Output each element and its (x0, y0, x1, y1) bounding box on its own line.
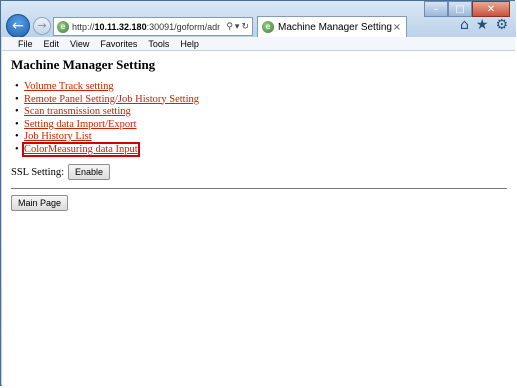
star-icon[interactable]: ★ (476, 17, 489, 33)
home-icon[interactable]: ⌂ (460, 17, 469, 33)
address-bar[interactable]: e http://10.11.32.180:30091/goform/admin… (53, 17, 253, 36)
tab-title: Machine Manager Setting (278, 21, 392, 33)
list-item: Scan transmission setting (15, 106, 199, 119)
maximize-button[interactable]: □ (448, 1, 472, 17)
scan-transmission-link[interactable]: Scan transmission setting (24, 106, 131, 117)
menu-help[interactable]: Help (180, 39, 199, 49)
browser-window: – □ ✕ ← → e http://10.11.32.180:30091/go… (0, 0, 516, 386)
window-controls: – □ ✕ (424, 1, 510, 17)
enable-button[interactable]: Enable (68, 164, 111, 180)
menu-view[interactable]: View (70, 39, 89, 49)
job-history-list-link[interactable]: Job History List (24, 131, 92, 142)
back-button[interactable]: ← (6, 14, 30, 38)
address-url[interactable]: http://10.11.32.180:30091/goform/admin_e… (72, 22, 220, 32)
remote-panel-link[interactable]: Remote Panel Setting/Job History Setting (24, 94, 199, 105)
chevron-down-icon[interactable]: ▾ (235, 22, 240, 32)
list-item: Job History List (15, 131, 199, 144)
gear-icon[interactable]: ⚙ (495, 17, 508, 33)
arrow-left-icon: ← (12, 18, 24, 34)
menu-file[interactable]: File (18, 39, 33, 49)
page-content: Machine Manager Setting Volume Track set… (2, 51, 515, 386)
address-bar-icons: ⚲ ▾ ↻ (226, 22, 249, 32)
site-favicon-icon: e (57, 20, 69, 33)
list-item: Setting data Import/Export (15, 119, 199, 132)
toolbar-icons: ⌂ ★ ⚙ (460, 17, 508, 33)
divider (11, 188, 507, 189)
import-export-link[interactable]: Setting data Import/Export (24, 119, 137, 130)
refresh-icon[interactable]: ↻ (241, 22, 249, 32)
tab-favicon-icon: e (262, 21, 274, 33)
search-icon[interactable]: ⚲ (226, 22, 233, 32)
list-item: Volume Track setting (15, 81, 199, 94)
tab-close-icon[interactable]: × (393, 22, 401, 33)
menu-edit[interactable]: Edit (44, 39, 60, 49)
main-page-button[interactable]: Main Page (11, 195, 69, 211)
settings-link-list: Volume Track setting Remote Panel Settin… (15, 81, 199, 157)
list-item: Remote Panel Setting/Job History Setting (15, 94, 199, 107)
arrow-right-icon: → (37, 19, 47, 32)
ssl-label: SSL Setting: (11, 166, 64, 178)
page-title: Machine Manager Setting (11, 57, 156, 72)
forward-button[interactable]: → (33, 17, 51, 35)
list-item: ColorMeasuring data Input (15, 141, 199, 157)
tab-machine-manager-setting[interactable]: e Machine Manager Setting × (257, 16, 407, 37)
minimize-button[interactable]: – (424, 1, 448, 17)
volume-track-link[interactable]: Volume Track setting (24, 81, 114, 92)
title-bar: – □ ✕ ← → e http://10.11.32.180:30091/go… (1, 1, 516, 38)
ssl-setting-row: SSL Setting: Enable (11, 164, 111, 180)
menu-favorites[interactable]: Favorites (100, 39, 137, 49)
color-measuring-link[interactable]: ColorMeasuring data Input (22, 141, 140, 157)
menu-tools[interactable]: Tools (148, 39, 169, 49)
menu-bar: File Edit View Favorites Tools Help (2, 37, 515, 51)
close-window-button[interactable]: ✕ (472, 1, 510, 17)
